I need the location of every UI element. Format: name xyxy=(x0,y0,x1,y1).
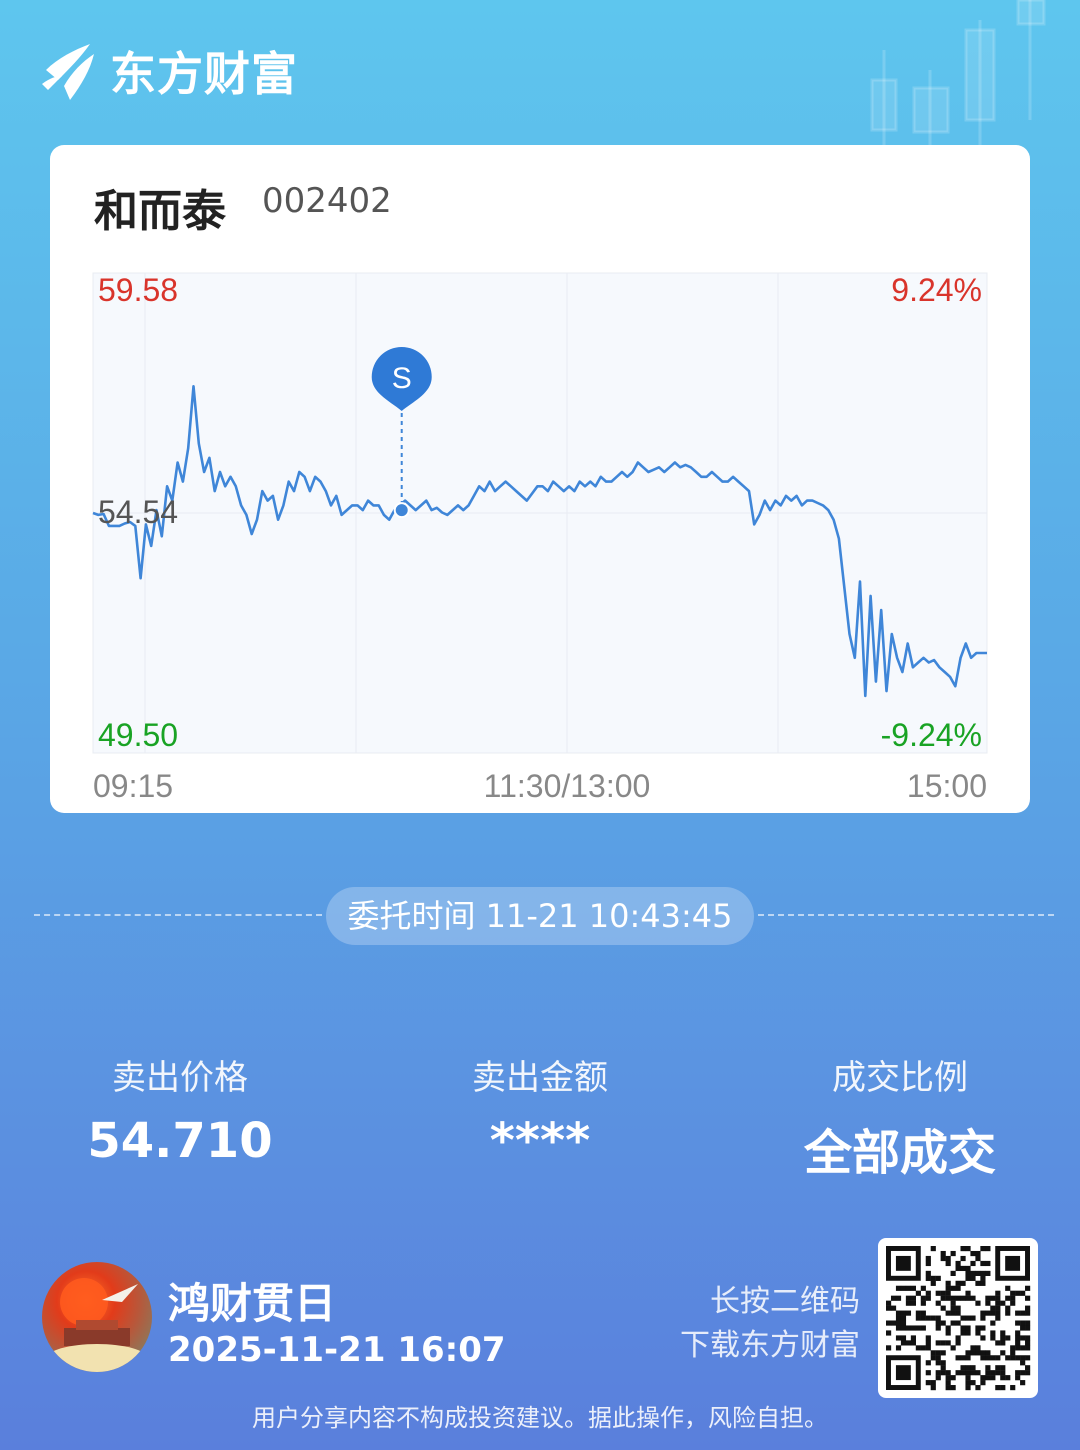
qr-code[interactable] xyxy=(878,1238,1038,1398)
y-label-low: 49.50 xyxy=(98,717,178,753)
intraday-chart: S 59.58 54.54 49.50 9.24% -9.24% 09:15 1… xyxy=(92,272,988,804)
pct-label-high: 9.24% xyxy=(891,272,982,308)
y-label-high: 59.58 xyxy=(98,272,178,308)
chart-card: 和而泰 002402 S 59.58 54.54 49.50 9.24% -9.… xyxy=(50,145,1030,813)
x-label-midday: 11:30/13:00 xyxy=(484,768,651,804)
brand-name: 东方财富 xyxy=(110,47,298,101)
stat-value: **** xyxy=(489,1113,591,1169)
stat-value: 54.710 xyxy=(87,1113,273,1169)
qr-code-icon xyxy=(886,1246,1031,1391)
stat-value: 全部成交 xyxy=(803,1125,996,1181)
order-time-row: 委托时间 11-21 10:43:45 xyxy=(0,885,1080,945)
stat-label: 成交比例 xyxy=(832,1058,968,1098)
stat-label: 卖出价格 xyxy=(112,1058,248,1098)
disclaimer: 用户分享内容不构成投资建议。据此操作，风险自担。 xyxy=(252,1404,828,1432)
pct-label-low: -9.24% xyxy=(881,717,982,753)
user-name: 鸿财贯日 xyxy=(168,1279,337,1328)
avatar[interactable] xyxy=(42,1262,152,1372)
qr-hint-line1: 长按二维码 xyxy=(710,1284,860,1319)
x-label-open: 09:15 xyxy=(93,768,173,804)
brand-logo: 东方财富 xyxy=(40,40,298,102)
stat-sell-price: 卖出价格 54.710 xyxy=(30,1050,330,1169)
sell-marker-label: S xyxy=(392,362,412,395)
stat-fill-ratio: 成交比例 全部成交 xyxy=(750,1050,1050,1183)
marker-dot xyxy=(393,502,410,519)
stat-label: 卖出金额 xyxy=(472,1058,608,1098)
x-label-close: 15:00 xyxy=(907,768,987,804)
dashed-divider xyxy=(758,914,1054,916)
avatar-image-icon xyxy=(47,1278,147,1372)
order-time-pill: 委托时间 11-21 10:43:45 xyxy=(326,887,754,945)
qr-hint-line2: 下载东方财富 xyxy=(680,1328,860,1363)
qr-hint: 长按二维码 下载东方财富 xyxy=(660,1280,860,1368)
stat-sell-amount: 卖出金额 **** xyxy=(390,1050,690,1169)
eastmoney-logo-icon xyxy=(42,44,94,100)
dashed-divider xyxy=(34,914,322,916)
share-time: 2025-11-21 16:07 xyxy=(168,1330,506,1370)
y-label-mid: 54.54 xyxy=(98,494,178,530)
